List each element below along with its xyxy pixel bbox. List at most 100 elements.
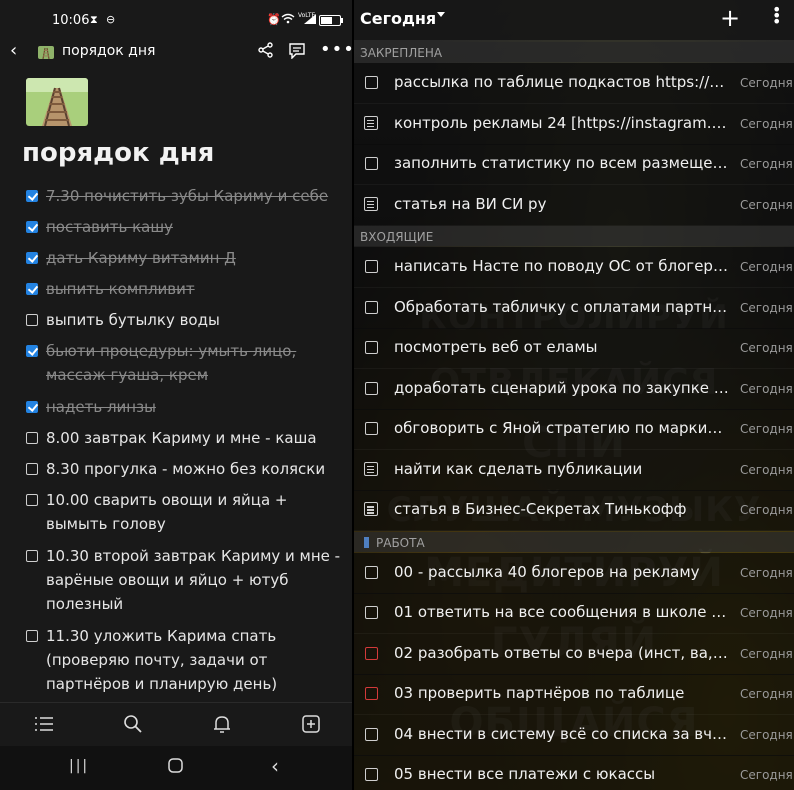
- bell-icon[interactable]: [211, 713, 233, 735]
- task-row[interactable]: контроль рекламы 24 [https://instagram.c…: [354, 103, 794, 145]
- section-header[interactable]: ВХОДЯЩИЕ: [354, 226, 794, 246]
- task-date: Сегодня: [740, 116, 793, 131]
- task-date: Сегодня: [740, 300, 793, 315]
- comment-icon[interactable]: [288, 43, 306, 59]
- task-date: Сегодня: [740, 646, 793, 661]
- task-row[interactable]: 01 ответить на все сообщения в школе + л…: [354, 593, 794, 634]
- task-checkbox[interactable]: [365, 687, 378, 700]
- todo-text[interactable]: выпить бутылку воды: [46, 308, 342, 332]
- add-task-icon[interactable]: +: [720, 4, 740, 32]
- todo-text[interactable]: бьюти процедуры: умыть лицо, массаж гуаш…: [46, 339, 342, 387]
- note-icon: [364, 502, 378, 516]
- todo-text[interactable]: 11.30 уложить Карима спать (проверяю поч…: [46, 624, 342, 696]
- todo-text[interactable]: 8.30 прогулка - можно без коляски: [46, 457, 342, 481]
- task-date: Сегодня: [740, 462, 793, 477]
- task-checkbox[interactable]: [365, 157, 378, 170]
- page-icon-railway[interactable]: [26, 78, 88, 126]
- share-icon[interactable]: [258, 42, 274, 58]
- kebab-menu-icon[interactable]: • • •: [772, 2, 781, 30]
- checkbox-checked[interactable]: [26, 252, 38, 264]
- task-row[interactable]: статья в Бизнес-Секретах Тинькофф Сегодня: [354, 490, 794, 531]
- task-date: Сегодня: [740, 687, 793, 701]
- task-title: обговорить с Яной стратегию по маркиров…: [394, 419, 730, 437]
- list-icon[interactable]: [33, 713, 55, 735]
- checkbox[interactable]: [26, 432, 38, 444]
- note-icon: [364, 115, 378, 130]
- wifi-icon: [281, 13, 295, 27]
- checkbox-checked[interactable]: [26, 401, 38, 413]
- checkbox[interactable]: [26, 463, 38, 475]
- checkbox-checked[interactable]: [26, 190, 38, 202]
- checkbox-checked[interactable]: [26, 221, 38, 233]
- task-checkbox[interactable]: [365, 727, 378, 741]
- task-row[interactable]: 02 разобрать ответы со вчера (инст, ва, …: [354, 633, 794, 675]
- nav-page-title: порядок дня: [62, 43, 156, 59]
- task-row[interactable]: заполнить статистику по всем размещени… С…: [354, 144, 794, 185]
- checkbox[interactable]: [26, 314, 38, 326]
- task-date: Сегодня: [740, 768, 793, 782]
- note-icon: [364, 461, 378, 476]
- task-checkbox[interactable]: [365, 565, 378, 579]
- task-checkbox[interactable]: [365, 341, 378, 354]
- task-row[interactable]: рассылка по таблице подкастов https://do…: [354, 63, 794, 104]
- home-icon[interactable]: [168, 758, 183, 777]
- task-row[interactable]: Обработать табличку с оплатами партнёров…: [354, 287, 794, 329]
- task-row[interactable]: 05 внести все платежи с юкассы Сегодня: [354, 755, 794, 790]
- checkbox[interactable]: [26, 630, 38, 642]
- todo-text[interactable]: выпить компливит: [46, 277, 342, 301]
- todo-text[interactable]: надеть линзы: [46, 395, 342, 419]
- task-checkbox[interactable]: [365, 300, 378, 314]
- task-row[interactable]: написать Насте по поводу ОС от блогеров……: [354, 247, 794, 288]
- task-title: доработать сценарий урока по закупке у б…: [394, 378, 730, 397]
- checkbox[interactable]: [26, 550, 38, 562]
- todo-text[interactable]: 10.00 сварить овощи и яйца + вымыть голо…: [46, 488, 342, 536]
- task-date: Сегодня: [740, 157, 793, 171]
- task-row[interactable]: доработать сценарий урока по закупке у б…: [354, 368, 794, 410]
- task-row[interactable]: 04 внести в систему всё со списка за вче…: [354, 714, 794, 756]
- note-icon: [364, 196, 378, 211]
- task-date: Сегодня: [740, 260, 793, 274]
- new-page-icon[interactable]: [300, 713, 322, 735]
- system-back-icon[interactable]: ‹: [271, 754, 279, 778]
- task-row[interactable]: 00 - рассылка 40 блогеров на рекламу Сего…: [354, 552, 794, 594]
- todo-text[interactable]: 10.30 второй завтрак Кариму и мне - варё…: [46, 544, 342, 616]
- system-nav-bar: ||| ‹: [0, 746, 352, 790]
- todo-text[interactable]: поставить кашу: [46, 215, 342, 239]
- section-header[interactable]: ЗАКРЕПЛЕНА: [354, 42, 794, 62]
- back-icon[interactable]: ‹: [10, 40, 17, 61]
- more-icon[interactable]: •••: [320, 39, 352, 60]
- todo-text[interactable]: дать Кариму витамин Д: [46, 246, 342, 270]
- task-row[interactable]: статья на ВИ СИ ру Сегодня: [354, 184, 794, 226]
- signal-icon: [304, 14, 316, 27]
- task-checkbox[interactable]: [365, 381, 378, 395]
- task-checkbox[interactable]: [365, 260, 378, 273]
- task-row[interactable]: посмотреть веб от еламы Сегодня: [354, 328, 794, 369]
- task-date: Сегодня: [740, 727, 793, 742]
- task-checkbox[interactable]: [365, 768, 378, 781]
- task-row[interactable]: 03 проверить партнёров по таблице Сегодня: [354, 674, 794, 715]
- view-title[interactable]: Сегодня: [360, 9, 436, 28]
- battery-icon: [319, 15, 343, 26]
- task-title: 02 разобрать ответы со вчера (инст, ва, …: [394, 643, 730, 662]
- task-row[interactable]: найти как сделать публикации Сегодня: [354, 449, 794, 491]
- task-title: контроль рекламы 24 [https://instagram.c…: [394, 113, 730, 132]
- section-header[interactable]: РАБОТА: [354, 531, 794, 552]
- todo-text[interactable]: 7.30 почистить зубы Кариму и себе: [46, 184, 342, 208]
- checkbox-checked[interactable]: [26, 283, 38, 295]
- recents-icon[interactable]: |||: [69, 758, 89, 774]
- task-checkbox[interactable]: [365, 646, 378, 660]
- checkbox[interactable]: [26, 494, 38, 506]
- search-icon[interactable]: [122, 713, 144, 735]
- chevron-down-icon[interactable]: [437, 12, 445, 17]
- task-checkbox[interactable]: [365, 76, 378, 89]
- task-row[interactable]: обговорить с Яной стратегию по маркиров……: [354, 409, 794, 450]
- list-color-icon: [364, 536, 369, 548]
- todo-text[interactable]: 8.00 завтрак Кариму и мне - каша: [46, 426, 342, 450]
- section-label: РАБОТА: [376, 535, 425, 550]
- checkbox-checked[interactable]: [26, 345, 38, 357]
- task-date: Сегодня: [740, 503, 793, 517]
- task-checkbox[interactable]: [365, 422, 378, 435]
- status-time: 10:06: [52, 13, 90, 28]
- task-checkbox[interactable]: [365, 606, 378, 619]
- task-date: Сегодня: [740, 606, 793, 620]
